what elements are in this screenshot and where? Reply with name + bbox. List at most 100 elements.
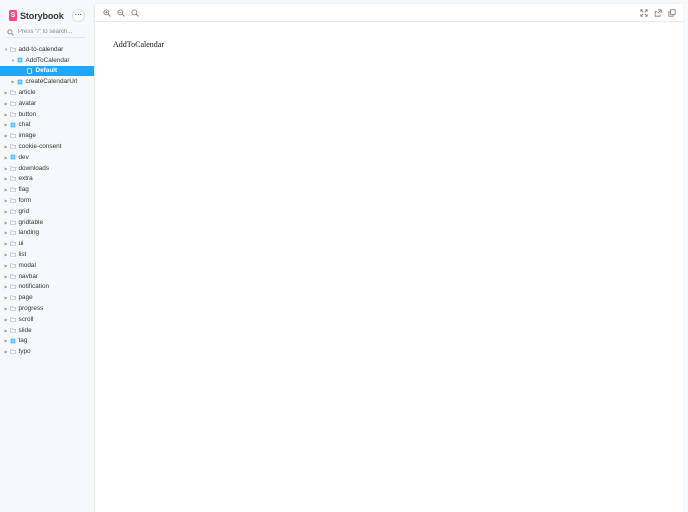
tree-folder-item[interactable]: ▶ downloads: [0, 163, 94, 174]
folder-icon: [9, 230, 16, 236]
tree-folder-item[interactable]: ▶ navbar: [0, 271, 94, 282]
brand-name: Storybook: [20, 10, 64, 21]
tree-item-label: cookie-consent: [18, 143, 62, 151]
tree-item-label: page: [18, 294, 33, 302]
tree-folder-item[interactable]: ▶ slide: [0, 325, 94, 336]
folder-icon: [9, 111, 16, 117]
tree-item-label: navbar: [18, 272, 39, 280]
tree-item-label: list: [18, 251, 27, 259]
tree-item-label: AddToCalendar: [25, 56, 70, 64]
tree-item-label: landing: [18, 229, 40, 237]
zoom-in-icon[interactable]: [100, 6, 113, 19]
tree-component-item[interactable]: ▼ AddToCalendar: [0, 55, 94, 66]
folder-icon: [9, 327, 16, 333]
folder-icon: [9, 165, 16, 171]
tree-item-label: scroll: [18, 315, 34, 323]
tree-item-label: slide: [18, 326, 32, 334]
folder-icon: [9, 144, 16, 150]
story-tree: ▼ add-to-calendar ▼ AddToCalendar Default ▶ cr…: [0, 44, 94, 357]
folder-icon: [9, 316, 16, 322]
fullscreen-icon[interactable]: [637, 6, 650, 19]
tree-folder-item[interactable]: ▶ gridtable: [0, 217, 94, 228]
tree-folder-item[interactable]: ▶ page: [0, 292, 94, 303]
tree-item-label: image: [18, 132, 36, 140]
tree-folder-item[interactable]: ▶ form: [0, 195, 94, 206]
tree-folder-item[interactable]: ▶ article: [0, 87, 94, 98]
tree-item-label: article: [18, 89, 36, 97]
tree-item-label: typo: [18, 348, 31, 356]
tree-item-label: dev: [18, 153, 29, 161]
folder-icon: [9, 208, 16, 214]
tree-folder-item[interactable]: ▶ avatar: [0, 98, 94, 109]
toolbar: [95, 4, 683, 22]
folder-icon: [9, 187, 16, 193]
search-input[interactable]: [15, 29, 83, 35]
folder-icon: [9, 176, 16, 182]
folder-icon: [9, 219, 16, 225]
tree-folder-item[interactable]: ▶ progress: [0, 303, 94, 314]
tree-item-label: chat: [18, 121, 31, 129]
tree-folder-item[interactable]: ▶ list: [0, 249, 94, 260]
folder-icon: [9, 241, 16, 247]
tree-folder-item[interactable]: ▶ flag: [0, 184, 94, 195]
component-icon: [9, 338, 16, 344]
folder-icon: [9, 273, 16, 279]
folder-icon: [9, 306, 16, 312]
folder-icon: [9, 133, 16, 139]
tree-folder-item[interactable]: ▶ modal: [0, 260, 94, 271]
tree-folder-item[interactable]: ▼ add-to-calendar: [0, 44, 94, 55]
zoom-tools: [100, 6, 141, 19]
share-icon[interactable]: [651, 6, 664, 19]
folder-icon: [9, 284, 16, 290]
tree-component-item[interactable]: ▶ dev: [0, 152, 94, 163]
tree-item-label: button: [18, 110, 37, 118]
tree-folder-item[interactable]: ▶ typo: [0, 346, 94, 357]
tree-folder-item[interactable]: ▶ extra: [0, 174, 94, 185]
folder-icon: [9, 349, 16, 355]
tree-item-label: avatar: [18, 99, 37, 107]
sidebar: S Storybook ··· ▼add-to-calendar▼AddToCa…: [0, 0, 94, 512]
tree-item-label: notification: [18, 283, 50, 291]
component-icon: [9, 122, 16, 128]
tree-folder-item[interactable]: ▶ ui: [0, 238, 94, 249]
tree-item-label: add-to-calendar: [18, 45, 64, 53]
story-content: AddToCalendar: [113, 40, 164, 49]
search-icon: [6, 28, 15, 37]
tree-item-label: downloads: [18, 164, 50, 172]
tree-component-item[interactable]: ▶ tag: [0, 336, 94, 347]
tree-item-label: flag: [18, 186, 29, 194]
tree-item-label: ui: [18, 240, 24, 248]
storybook-logo-icon: S: [9, 10, 17, 21]
tree-folder-item[interactable]: ▶ image: [0, 130, 94, 141]
tree-folder-item[interactable]: ▶ scroll: [0, 314, 94, 325]
tree-folder-item[interactable]: ▶ grid: [0, 206, 94, 217]
search-bar: [6, 27, 85, 38]
tree-folder-item[interactable]: ▶ button: [0, 109, 94, 120]
component-icon: [9, 154, 16, 160]
tree-item-label: progress: [18, 305, 44, 313]
copy-link-icon[interactable]: [665, 6, 678, 19]
tree-item-label: grid: [18, 207, 30, 215]
zoom-reset-icon[interactable]: [128, 6, 141, 19]
story-preview: AddToCalendar: [95, 22, 683, 511]
zoom-out-icon[interactable]: [114, 6, 127, 19]
main-panel: AddToCalendar: [94, 4, 683, 512]
tree-component-item[interactable]: ▶ chat: [0, 120, 94, 131]
tree-item-label: createCalendarUrl: [25, 78, 78, 86]
folder-icon: [9, 90, 16, 96]
tree-item-label: extra: [18, 175, 33, 183]
tree-folder-item[interactable]: ▶ notification: [0, 282, 94, 293]
view-tools: [637, 6, 678, 19]
tree-folder-item[interactable]: ▶ cookie-consent: [0, 141, 94, 152]
folder-icon: [9, 252, 16, 258]
folder-icon: [9, 46, 16, 52]
folder-icon: [9, 100, 16, 106]
folder-icon: [9, 198, 16, 204]
tree-folder-item[interactable]: ▶ landing: [0, 228, 94, 239]
settings-menu-button[interactable]: ···: [72, 9, 85, 22]
tree-item-label: gridtable: [18, 218, 44, 226]
story-icon: [26, 68, 33, 74]
tree-component-item[interactable]: ▶ createCalendarUrl: [0, 76, 94, 87]
brand[interactable]: S Storybook: [9, 9, 64, 22]
tree-story-item[interactable]: Default: [0, 65, 94, 77]
